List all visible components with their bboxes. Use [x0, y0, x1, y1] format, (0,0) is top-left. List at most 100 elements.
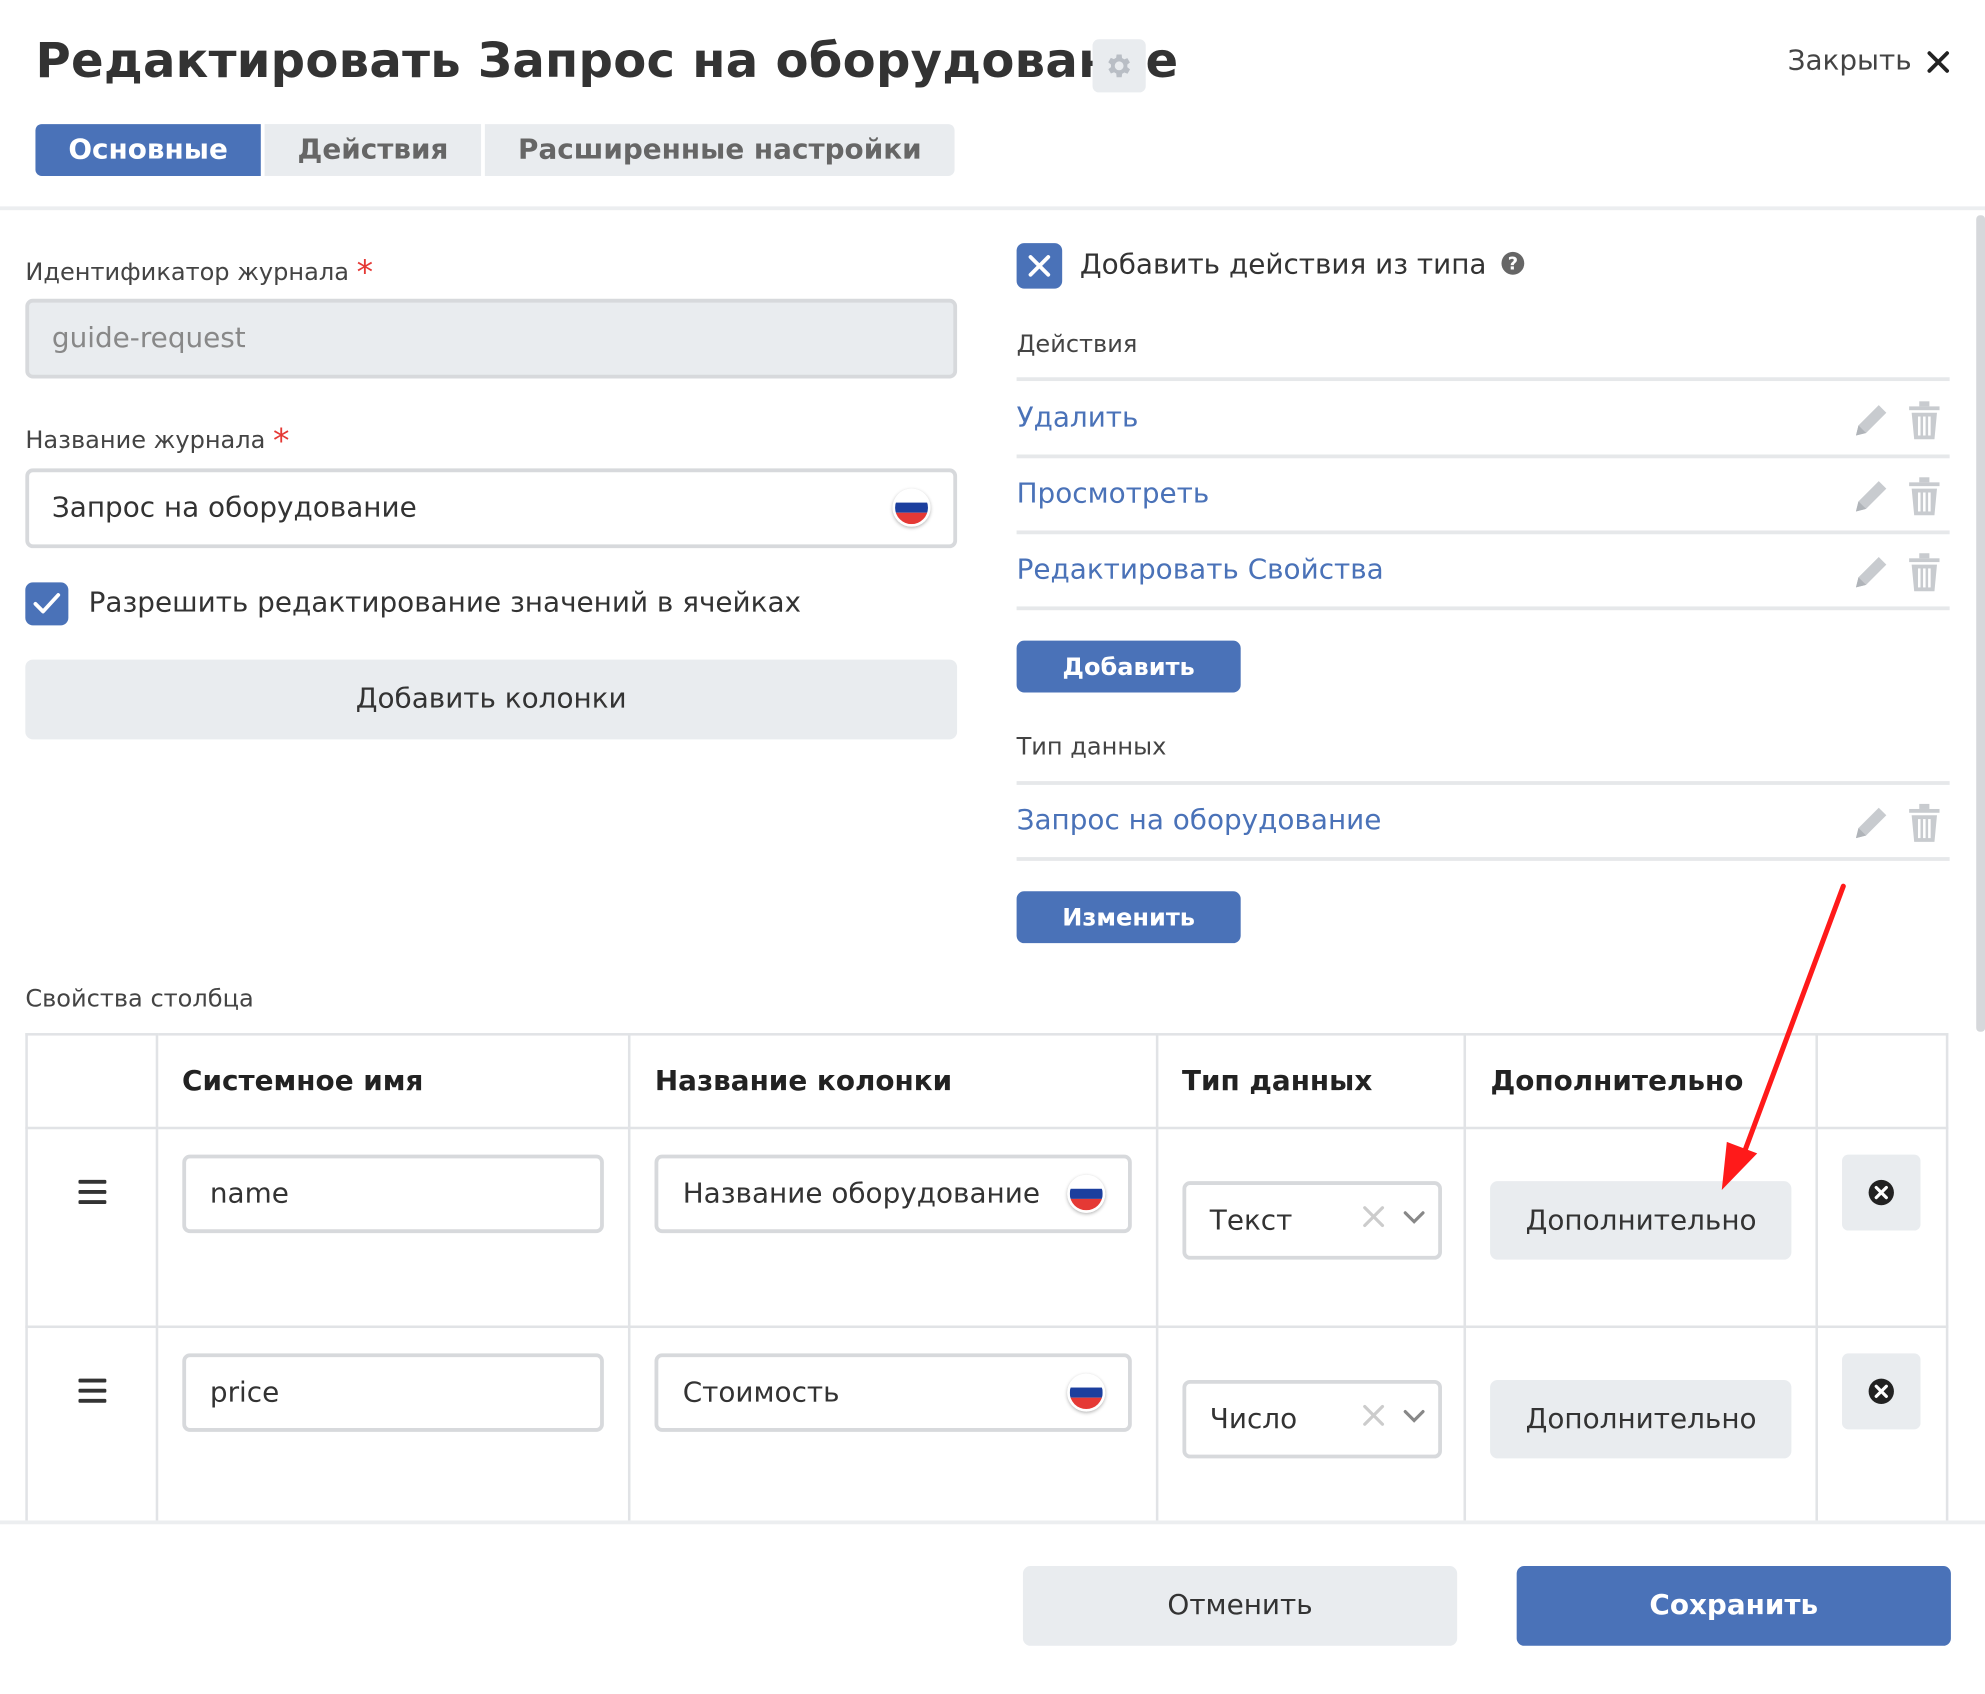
action-row-tools	[1851, 400, 1942, 441]
trash-icon[interactable]	[1907, 476, 1942, 517]
add-actions-checkbox[interactable]	[1016, 243, 1063, 289]
select-controls	[1362, 1205, 1425, 1228]
trash-icon[interactable]	[1907, 552, 1942, 593]
journal-id-label: Идентификатор журнала *	[25, 251, 373, 292]
journal-name-label: Название журнала *	[25, 419, 289, 461]
columns-table: Системное имя Название колонки Тип данны…	[25, 1033, 1949, 1527]
data-type-cell: Текст	[1155, 1126, 1467, 1329]
tab-main[interactable]: Основные	[35, 124, 261, 176]
allow-edit-checkbox[interactable]	[25, 582, 69, 626]
annotation-arrow	[1721, 883, 1846, 1191]
divider	[1016, 530, 1950, 535]
column-name-input[interactable]: Стоимость	[654, 1353, 1133, 1432]
tab-advanced[interactable]: Расширенные настройки	[485, 124, 955, 176]
remove-row-button[interactable]	[1842, 1353, 1921, 1430]
gear-icon	[1108, 54, 1131, 78]
action-row-tools	[1851, 476, 1942, 517]
close-icon	[1927, 50, 1950, 73]
table-header-row: Системное имя Название колонки Тип данны…	[25, 1033, 1949, 1130]
system-name-input[interactable]: name	[182, 1154, 604, 1234]
scrollbar[interactable]	[1976, 215, 1985, 1032]
data-type-value: Число	[1209, 1403, 1298, 1436]
page-title: Редактировать Запрос на оборудование	[35, 32, 1179, 89]
cancel-button[interactable]: Отменить	[1022, 1566, 1458, 1646]
pencil-icon[interactable]	[1851, 803, 1892, 844]
divider	[1016, 606, 1950, 611]
journal-name-value: Запрос на оборудование	[51, 492, 417, 525]
data-type-link[interactable]: Запрос на оборудование	[1017, 805, 1382, 837]
trash-icon[interactable]	[1907, 400, 1942, 441]
select-controls	[1362, 1404, 1425, 1427]
table-row: price Стоимость Число Дополнительно	[25, 1325, 1949, 1527]
tab-bar: Основные Действия Расширенные настройки	[35, 124, 955, 176]
change-data-type-button[interactable]: Изменить	[1016, 891, 1241, 944]
column-name-value: Название оборудование	[682, 1178, 1040, 1210]
russian-flag-icon[interactable]	[892, 488, 931, 527]
extra-button[interactable]: Дополнительно	[1490, 1379, 1792, 1459]
add-columns-button[interactable]: Добавить колонки	[25, 659, 958, 740]
journal-id-label-text: Идентификатор журнала	[25, 258, 349, 287]
header-drag	[25, 1033, 158, 1130]
data-type-cell: Число	[1155, 1325, 1467, 1527]
save-button[interactable]: Сохранить	[1516, 1566, 1951, 1646]
action-edit-props-link[interactable]: Редактировать Свойства	[1017, 555, 1384, 587]
russian-flag-icon[interactable]	[1067, 1373, 1106, 1412]
settings-button[interactable]	[1092, 39, 1146, 93]
modal-dialog: Редактировать Запрос на оборудование Зак…	[0, 0, 1985, 1694]
pencil-icon[interactable]	[1851, 476, 1892, 517]
column-properties-label: Свойства столбца	[25, 984, 254, 1013]
clear-icon[interactable]	[1362, 1404, 1385, 1427]
dialog-footer: Отменить Сохранить	[0, 1520, 1985, 1694]
chevron-down-icon[interactable]	[1402, 1404, 1425, 1427]
svg-text:?: ?	[1508, 255, 1518, 275]
checkmark-icon	[33, 593, 61, 614]
system-name-input[interactable]: price	[182, 1353, 604, 1432]
header-system-name: Системное имя	[155, 1033, 631, 1130]
action-delete-link[interactable]: Удалить	[1017, 403, 1139, 435]
help-icon[interactable]: ?	[1500, 251, 1525, 276]
add-action-button[interactable]: Добавить	[1016, 640, 1241, 693]
drag-cell	[25, 1325, 158, 1527]
close-label: Закрыть	[1787, 45, 1912, 78]
action-row-tools	[1851, 552, 1942, 593]
journal-id-value: guide-request	[51, 322, 246, 355]
drag-handle-icon[interactable]	[78, 1378, 107, 1409]
journal-id-field: guide-request	[25, 298, 958, 379]
close-button[interactable]: Закрыть	[1787, 45, 1950, 78]
system-name-cell: price	[155, 1325, 631, 1527]
divider	[1016, 781, 1950, 785]
pencil-icon[interactable]	[1851, 552, 1892, 593]
allow-edit-label[interactable]: Разрешить редактирование значений в ячей…	[89, 587, 801, 619]
add-actions-label: Добавить действия из типа ?	[1080, 249, 1526, 281]
clear-icon[interactable]	[1362, 1205, 1385, 1228]
column-name-cell: Название оборудование	[628, 1126, 1158, 1329]
journal-name-field[interactable]: Запрос на оборудование	[25, 468, 958, 549]
system-name-cell: name	[155, 1126, 631, 1329]
pencil-icon[interactable]	[1851, 400, 1892, 441]
actions-section-label: Действия	[1016, 330, 1138, 359]
journal-name-label-text: Название журнала	[25, 426, 266, 455]
chevron-down-icon[interactable]	[1402, 1205, 1425, 1228]
remove-cell	[1815, 1325, 1949, 1527]
data-type-value: Текст	[1209, 1204, 1293, 1237]
header-column-name: Название колонки	[628, 1033, 1158, 1130]
data-type-section-label: Тип данных	[1016, 733, 1167, 761]
data-type-select[interactable]: Число	[1181, 1379, 1442, 1459]
remove-circle-icon	[1868, 1378, 1895, 1404]
divider	[1016, 454, 1950, 459]
drag-cell	[25, 1126, 158, 1329]
data-type-select[interactable]: Текст	[1181, 1181, 1442, 1260]
column-name-input[interactable]: Название оборудование	[654, 1154, 1133, 1234]
header-data-type: Тип данных	[1155, 1033, 1467, 1130]
tab-actions[interactable]: Действия	[264, 124, 482, 176]
divider	[1016, 377, 1950, 382]
russian-flag-icon[interactable]	[1067, 1174, 1106, 1213]
drag-handle-icon[interactable]	[78, 1179, 107, 1210]
divider	[1016, 857, 1950, 861]
trash-icon[interactable]	[1907, 803, 1942, 844]
action-view-link[interactable]: Просмотреть	[1017, 479, 1210, 511]
add-actions-label-text: Добавить действия из типа	[1079, 249, 1487, 282]
extra-cell: Дополнительно	[1463, 1325, 1819, 1527]
header-divider	[0, 206, 1985, 211]
required-marker: *	[273, 422, 290, 461]
